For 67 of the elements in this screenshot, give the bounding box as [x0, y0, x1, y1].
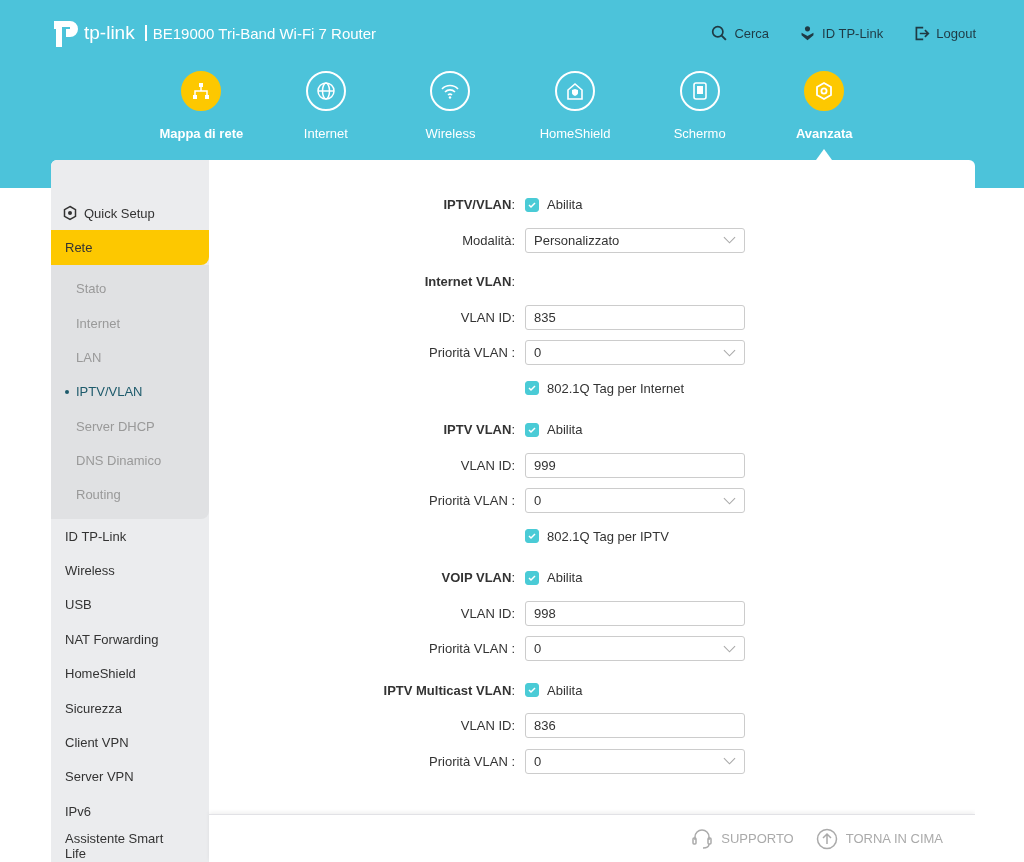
- sidebar-item[interactable]: HomeShield: [51, 656, 209, 691]
- logout-icon: [913, 24, 931, 42]
- input-field[interactable]: 998: [525, 600, 745, 626]
- search-icon: [711, 24, 729, 42]
- input-field[interactable]: 835: [525, 304, 745, 330]
- headset-icon: [691, 827, 714, 850]
- field-label: IPTV Multicast VLAN:: [383, 682, 515, 698]
- field-label: VOIP VLAN:: [441, 570, 515, 586]
- sidebar-item[interactable]: USB: [51, 587, 209, 623]
- checkmark-icon: [527, 531, 537, 542]
- checkbox[interactable]: Abilita: [525, 570, 583, 586]
- checkmark-icon: [527, 424, 537, 435]
- field-label: VLAN ID:: [460, 457, 515, 473]
- dropdown[interactable]: Personalizzato: [525, 227, 745, 253]
- field-label: IPTV/VLAN:: [443, 197, 515, 213]
- product-title: BE19000 Tri-Band Wi-Fi 7 Router: [152, 24, 377, 42]
- sidebar-item[interactable]: Quick Setup: [51, 196, 209, 231]
- house-shield-icon: [565, 81, 586, 101]
- chevron-down-icon: [723, 348, 736, 357]
- chevron-down-icon: [723, 644, 736, 653]
- field-label: IPTV VLAN:: [443, 422, 515, 438]
- chevron-down-icon: [723, 496, 736, 505]
- field-label: Priorità VLAN :: [429, 753, 515, 769]
- sidebar-item[interactable]: Client VPN: [51, 725, 209, 760]
- input-field[interactable]: 999: [525, 452, 745, 478]
- checkmark-icon: [527, 199, 537, 210]
- dropdown[interactable]: 0: [525, 340, 745, 366]
- input-field[interactable]: 836: [525, 713, 745, 739]
- dropdown[interactable]: 0: [525, 488, 745, 514]
- field-label: Priorità VLAN :: [429, 493, 515, 509]
- sidebar-item[interactable]: Wireless: [51, 553, 209, 588]
- submenu-item[interactable]: IPTV/VLAN: [51, 374, 209, 409]
- gear-icon: [814, 81, 835, 101]
- field-label: Internet VLAN:: [424, 274, 515, 290]
- field-label: Priorità VLAN :: [429, 345, 515, 361]
- chevron-down-icon: [723, 757, 736, 766]
- header-link[interactable]: Cerca: [711, 24, 770, 42]
- chevron-down-icon: [723, 236, 736, 245]
- checkbox[interactable]: 802.1Q Tag per Internet: [525, 380, 685, 396]
- checkmark-icon: [527, 383, 537, 394]
- dropdown[interactable]: 0: [525, 748, 745, 774]
- checkbox[interactable]: Abilita: [525, 682, 583, 698]
- network-map-icon: [191, 81, 212, 101]
- field-label: VLAN ID:: [460, 605, 515, 621]
- field-label: VLAN ID:: [460, 309, 515, 325]
- logo-text: tp-link: [84, 22, 135, 44]
- sidebar-item[interactable]: Rete: [51, 230, 209, 265]
- checkbox[interactable]: Abilita: [525, 422, 583, 438]
- sidebar-item[interactable]: Server VPN: [51, 759, 209, 794]
- arrow-up-icon: [815, 827, 838, 850]
- field-label: Priorità VLAN :: [429, 641, 515, 657]
- sidebar-item[interactable]: Sicurezza: [51, 690, 209, 726]
- sidebar-item[interactable]: NAT Forwarding: [51, 622, 209, 657]
- dropdown[interactable]: 0: [525, 636, 745, 662]
- sidebar-item[interactable]: ID TP-Link: [51, 518, 209, 554]
- checkmark-icon: [527, 685, 537, 696]
- checkmark-icon: [527, 572, 537, 583]
- field-label: VLAN ID:: [460, 718, 515, 734]
- checkbox[interactable]: 802.1Q Tag per IPTV: [525, 528, 669, 544]
- checkbox[interactable]: Abilita: [525, 197, 583, 213]
- globe-icon: [315, 81, 336, 101]
- header-link[interactable]: Logout: [913, 24, 976, 42]
- hexagon-icon: [62, 205, 78, 222]
- field-label: Modalità:: [462, 232, 515, 248]
- sidebar-item[interactable]: Assistente Smart Life: [51, 828, 209, 862]
- header-link[interactable]: ID TP-Link: [799, 24, 884, 42]
- sidebar-item[interactable]: IPv6: [51, 794, 209, 829]
